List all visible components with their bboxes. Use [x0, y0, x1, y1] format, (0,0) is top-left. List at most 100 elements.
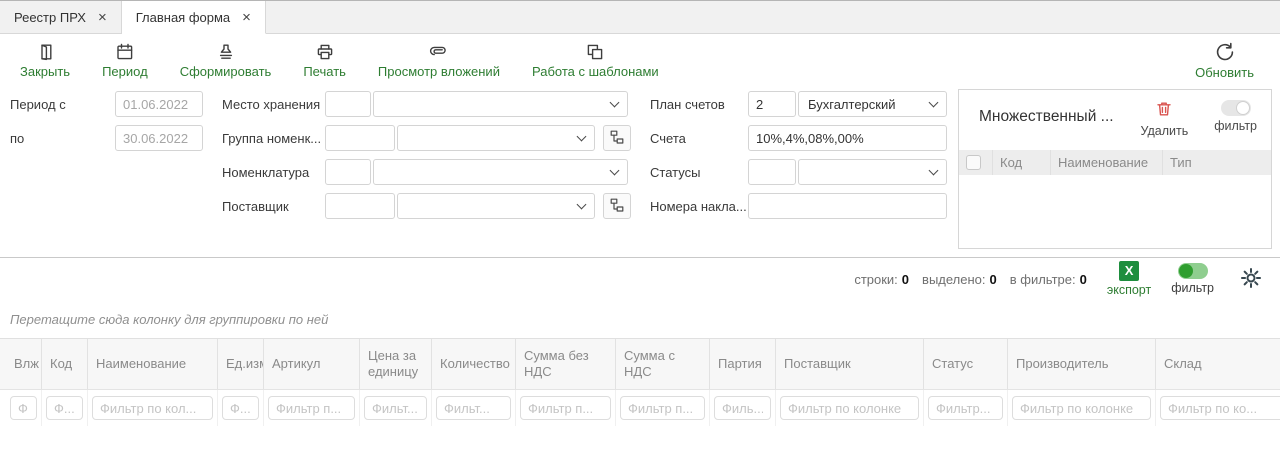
col-header-partiya[interactable]: Партия	[710, 339, 776, 389]
supplier-tree-button[interactable]	[603, 193, 631, 219]
col-header-summa-bez-nds[interactable]: Сумма без НДС	[516, 339, 616, 389]
col-header-cena[interactable]: Цена за единицу	[360, 339, 432, 389]
grid-filter-block: фильтр	[1171, 263, 1214, 295]
period-from-label: Период с	[10, 97, 66, 112]
filter-input-naimenovanie[interactable]	[92, 396, 213, 420]
close-form-button[interactable]: Закрыть	[12, 39, 78, 82]
filter-input-artikul[interactable]	[268, 396, 355, 420]
nomen-group-select[interactable]	[397, 125, 595, 151]
delete-button[interactable]: Удалить	[1140, 100, 1188, 138]
templates-copy-icon	[585, 42, 605, 62]
generate-button[interactable]: Сформировать	[172, 39, 280, 82]
tab-label: Главная форма	[136, 10, 230, 25]
filtered-count-label: в фильтре:	[1010, 272, 1076, 287]
col-header-status[interactable]: Статус	[924, 339, 1008, 389]
nomen-group-code-input[interactable]	[325, 125, 395, 151]
supplier-select[interactable]	[397, 193, 595, 219]
panel-col-tip[interactable]: Тип	[1163, 150, 1271, 175]
accounts-label: Счета	[650, 131, 686, 146]
selected-count-label: выделено:	[922, 272, 985, 287]
filter-input-sklad[interactable]	[1160, 396, 1280, 420]
col-header-naimenovanie[interactable]: Наименование	[88, 339, 218, 389]
filter-input-kod[interactable]	[46, 396, 83, 420]
tab-glavnaya-forma[interactable]: Главная форма ×	[122, 1, 266, 34]
tab-reestr-prh[interactable]: Реестр ПРХ ×	[0, 1, 122, 33]
settings-gear-button[interactable]	[1240, 267, 1262, 292]
statuses-select[interactable]	[798, 159, 947, 185]
col-header-kod[interactable]: Код	[42, 339, 88, 389]
export-button[interactable]: X экспорт	[1107, 261, 1151, 297]
paperclip-icon	[429, 42, 449, 62]
col-header-proizvoditel[interactable]: Производитель	[1008, 339, 1156, 389]
grid-toolbar: строки: 0 выделено: 0 в фильтре: 0 X экс…	[0, 258, 1280, 300]
nomenclature-select[interactable]	[373, 159, 628, 185]
storage-code-input[interactable]	[325, 91, 371, 117]
supplier-code-input[interactable]	[325, 193, 395, 219]
grid-filter-row	[0, 390, 1280, 426]
invoice-numbers-input[interactable]	[748, 193, 947, 219]
statuses-code-input[interactable]	[748, 159, 796, 185]
print-button[interactable]: Печать	[295, 39, 354, 82]
col-header-vlzh[interactable]: Влж	[6, 339, 42, 389]
filter-input-partiya[interactable]	[714, 396, 771, 420]
tree-hierarchy-icon	[609, 129, 625, 148]
filter-input-vlzh[interactable]	[10, 396, 37, 420]
calendar-icon	[115, 42, 135, 62]
accounts-input[interactable]	[748, 125, 947, 151]
panel-filter-toggle[interactable]	[1221, 100, 1251, 116]
app-window: Реестр ПРХ × Главная форма × Закрыть Пер…	[0, 0, 1280, 461]
grid-filter-toggle[interactable]	[1178, 263, 1208, 279]
filter-input-kolichestvo[interactable]	[436, 396, 511, 420]
nomen-group-tree-button[interactable]	[603, 125, 631, 151]
grid-stats: строки: 0 выделено: 0 в фильтре: 0	[854, 272, 1087, 287]
filter-input-status[interactable]	[928, 396, 1003, 420]
panel-col-naimenovanie[interactable]: Наименование	[1051, 150, 1163, 175]
accounts-plan-code-input[interactable]	[748, 91, 796, 117]
filter-input-proizvoditel[interactable]	[1012, 396, 1151, 420]
col-header-artikul[interactable]: Артикул	[264, 339, 360, 389]
filter-input-summa-s-nds[interactable]	[620, 396, 705, 420]
filter-input-edizm[interactable]	[222, 396, 259, 420]
col-header-edizm[interactable]: Ед.изм.	[218, 339, 264, 389]
filter-input-summa-bez-nds[interactable]	[520, 396, 611, 420]
panel-title: Множественный ...	[979, 108, 1140, 126]
chevron-down-icon	[577, 199, 587, 209]
filter-input-cena[interactable]	[364, 396, 427, 420]
filter-input-postavshchik[interactable]	[780, 396, 919, 420]
panel-col-kod[interactable]: Код	[993, 150, 1051, 175]
period-to-label: по	[10, 131, 24, 146]
nomenclature-code-input[interactable]	[325, 159, 371, 185]
refresh-button[interactable]: Обновить	[1187, 38, 1262, 83]
templates-button[interactable]: Работа с шаблонами	[524, 39, 667, 82]
panel-filter-block: фильтр	[1214, 100, 1257, 133]
selected-count-value: 0	[990, 272, 997, 287]
period-to-input[interactable]	[115, 125, 203, 151]
col-header-kolichestvo[interactable]: Количество	[432, 339, 516, 389]
supplier-label: Поставщик	[222, 199, 289, 214]
data-grid: Влж Код Наименование Ед.изм. Артикул Цен…	[0, 338, 1280, 426]
chevron-down-icon	[610, 165, 620, 175]
printer-icon	[315, 42, 335, 62]
grid-header-row: Влж Код Наименование Ед.изм. Артикул Цен…	[0, 338, 1280, 390]
col-header-sklad[interactable]: Склад	[1156, 339, 1280, 389]
accounts-plan-select[interactable]: Бухгалтерский	[798, 91, 947, 117]
invoice-numbers-label: Номера накла...	[650, 199, 747, 214]
select-all-checkbox[interactable]	[966, 155, 981, 170]
col-header-postavshchik[interactable]: Поставщик	[776, 339, 924, 389]
col-header-summa-s-nds[interactable]: Сумма с НДС	[616, 339, 710, 389]
main-toolbar: Закрыть Период Сформировать	[0, 34, 1280, 86]
group-by-drop-zone[interactable]: Перетащите сюда колонку для группировки …	[0, 300, 1280, 338]
chevron-down-icon	[577, 131, 587, 141]
storage-select[interactable]	[373, 91, 628, 117]
tab-bar: Реестр ПРХ × Главная форма ×	[0, 1, 1280, 34]
attachments-button[interactable]: Просмотр вложений	[370, 39, 508, 82]
period-from-input[interactable]	[115, 91, 203, 117]
close-icon[interactable]: ×	[98, 10, 107, 25]
gear-icon	[1240, 267, 1262, 292]
multi-panel-header: Множественный ... Удалить фильтр	[959, 90, 1271, 142]
excel-export-icon: X	[1119, 261, 1139, 281]
toggle-knob	[1236, 101, 1250, 115]
period-button[interactable]: Период	[94, 39, 156, 82]
exit-door-icon	[35, 42, 55, 62]
close-icon[interactable]: ×	[242, 10, 251, 25]
